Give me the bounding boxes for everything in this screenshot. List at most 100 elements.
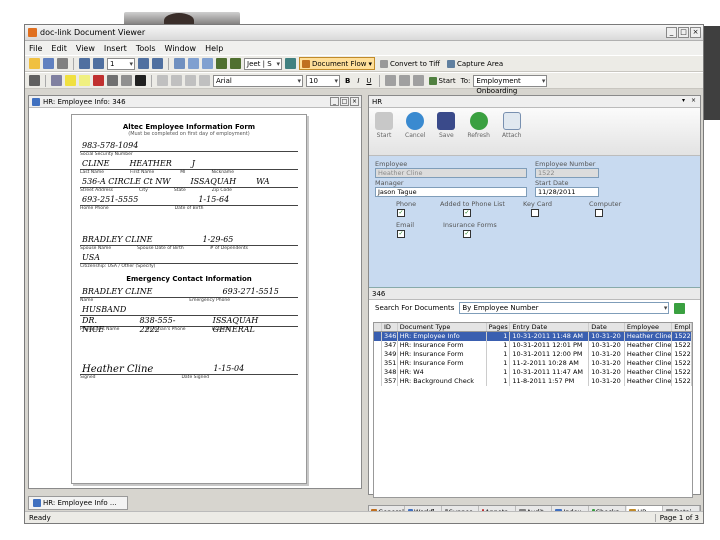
align-right-icon[interactable] xyxy=(412,75,424,86)
column-employee-number[interactable]: Employ xyxy=(672,323,692,331)
table-row[interactable]: 351 HR: Insurance Form 1 11-2-2011 10:28 AM… xyxy=(374,359,692,368)
align-center-icon[interactable] xyxy=(398,75,410,86)
form-physician-phone: 838-555-2222 xyxy=(139,316,176,334)
copy-icon[interactable] xyxy=(171,75,182,86)
page-number-input[interactable]: 1 xyxy=(107,57,135,70)
document-flow-button[interactable]: Document Flow ▾ xyxy=(299,57,375,70)
hr-pin-icon[interactable]: ▾ xyxy=(679,97,688,106)
start-button[interactable]: Start xyxy=(427,74,458,87)
rectangle-icon[interactable] xyxy=(135,75,146,86)
column-entry-date[interactable]: Entry Date xyxy=(510,323,590,331)
bold-button[interactable]: B xyxy=(343,74,352,87)
rotate-icon[interactable] xyxy=(285,58,296,69)
column-id[interactable]: ID xyxy=(382,323,398,331)
line-icon[interactable] xyxy=(107,75,118,86)
underline-button[interactable]: U xyxy=(364,74,373,87)
email-label: Email xyxy=(396,221,415,229)
viewer-close-button[interactable]: × xyxy=(350,97,359,106)
column-document-type[interactable]: Document Type xyxy=(398,323,487,331)
zoom-in-icon[interactable] xyxy=(216,58,227,69)
zoom-out-icon[interactable] xyxy=(230,58,241,69)
ellipse-icon[interactable] xyxy=(121,75,132,86)
start-date-label: Start Date xyxy=(535,179,569,187)
phone-checkbox[interactable]: ✓ xyxy=(397,209,405,217)
convert-tiff-button[interactable]: Convert to Tiff xyxy=(378,57,442,70)
computer-checkbox[interactable] xyxy=(595,209,603,217)
menu-edit[interactable]: Edit xyxy=(51,44,67,53)
sticky-note-icon[interactable] xyxy=(79,75,90,86)
minimize-button[interactable]: _ xyxy=(666,27,677,38)
hr-refresh-button[interactable]: Refresh xyxy=(467,112,490,139)
grid-view-icon[interactable] xyxy=(174,58,185,69)
form-signature: Heather Cline xyxy=(82,364,154,375)
italic-button[interactable]: I xyxy=(355,74,361,87)
manager-field[interactable]: Jason Tague xyxy=(375,187,527,197)
documents-grid: ID Document Type Pages Entry Date Date E… xyxy=(373,322,693,498)
last-page-icon[interactable] xyxy=(152,58,163,69)
hr-attach-button[interactable]: Attach xyxy=(502,112,521,139)
prev-page-icon[interactable] xyxy=(93,58,104,69)
table-row[interactable]: 348 HR: W4 1 10-31-2011 11:47 AM 10-31-20 Hea… xyxy=(374,368,692,377)
stamp-icon[interactable] xyxy=(29,75,40,86)
email-checkbox[interactable]: ✓ xyxy=(397,230,405,238)
open-document-tab[interactable]: HR: Employee Info ... xyxy=(28,496,128,510)
viewer-maximize-button[interactable]: □ xyxy=(340,97,349,106)
form-last-name: CLINE xyxy=(82,159,110,168)
search-refresh-icon[interactable] xyxy=(674,302,686,314)
insurance-forms-checkbox[interactable]: ✓ xyxy=(463,230,471,238)
employee-number-label: Employee Number xyxy=(535,160,596,168)
menu-window[interactable]: Window xyxy=(165,44,197,53)
font-size-combo[interactable]: 10 xyxy=(306,74,340,87)
capture-area-button[interactable]: Capture Area xyxy=(445,57,505,70)
text-note-icon[interactable] xyxy=(51,75,62,86)
table-row[interactable]: 346 HR: Employee Info 1 10-31-2011 11:48 AM… xyxy=(374,332,692,341)
column-date[interactable]: Date xyxy=(589,323,625,331)
form-title: Altec Employee Information Form xyxy=(122,123,256,131)
highlight-icon[interactable] xyxy=(65,75,76,86)
table-row[interactable]: 349 HR: Insurance Form 1 10-31-2011 12:00 P… xyxy=(374,350,692,359)
close-button[interactable]: × xyxy=(690,27,701,38)
cut-icon[interactable] xyxy=(157,75,168,86)
menu-view[interactable]: View xyxy=(76,44,95,53)
print-icon[interactable] xyxy=(57,58,68,69)
table-row[interactable]: 347 HR: Insurance Form 1 10-31-2011 12:01 P… xyxy=(374,341,692,350)
paste-icon[interactable] xyxy=(185,75,196,86)
two-page-icon[interactable] xyxy=(202,58,213,69)
first-page-icon[interactable] xyxy=(79,58,90,69)
menu-help[interactable]: Help xyxy=(205,44,223,53)
column-pages[interactable]: Pages xyxy=(487,323,511,331)
hr-save-button[interactable]: Save xyxy=(437,112,456,139)
hr-cancel-button[interactable]: Cancel xyxy=(405,112,425,139)
form-phone: 693-251-5555 xyxy=(82,195,139,204)
hr-start-button[interactable]: Start xyxy=(375,112,393,139)
single-page-icon[interactable] xyxy=(188,58,199,69)
phone-label: Phone xyxy=(396,200,417,208)
align-left-icon[interactable] xyxy=(384,75,396,86)
menu-tools[interactable]: Tools xyxy=(136,44,156,53)
menu-file[interactable]: File xyxy=(29,44,42,53)
main-toolbar: 1 Jeet | S Document Flow▾ Convert to Tif… xyxy=(25,55,703,72)
table-row[interactable]: 357 HR: Background Check 1 11-8-2011 1:57 P… xyxy=(374,377,692,386)
key-card-checkbox[interactable] xyxy=(531,209,539,217)
zoom-combo[interactable]: Jeet | S xyxy=(244,57,282,70)
phone-list-checkbox[interactable]: ✓ xyxy=(463,209,471,217)
workflow-to-combo[interactable]: Employment Onboarding xyxy=(473,74,548,95)
start-date-field[interactable]: 11/28/2011 xyxy=(535,187,599,197)
documents-section-header: 346 xyxy=(369,288,700,300)
annotation-toolbar: Arial 10 B I U Start To: Employment Onbo… xyxy=(25,72,703,95)
viewer-minimize-button[interactable]: _ xyxy=(330,97,339,106)
menu-insert[interactable]: Insert xyxy=(104,44,127,53)
scanned-form-page: Altec Employee Information Form (Must be… xyxy=(71,114,307,484)
delete-icon[interactable] xyxy=(199,75,210,86)
next-page-icon[interactable] xyxy=(138,58,149,69)
hr-close-icon[interactable]: × xyxy=(689,97,698,106)
pen-icon[interactable] xyxy=(93,75,104,86)
search-combo[interactable]: By Employee Number xyxy=(459,302,670,314)
save-icon[interactable] xyxy=(43,58,54,69)
column-employee[interactable]: Employee xyxy=(625,323,673,331)
font-combo[interactable]: Arial xyxy=(213,74,303,87)
open-icon[interactable] xyxy=(29,58,40,69)
maximize-button[interactable]: □ xyxy=(678,27,689,38)
employee-number-field[interactable]: 1522 xyxy=(535,168,599,178)
employee-field[interactable]: Heather Cline xyxy=(375,168,527,178)
